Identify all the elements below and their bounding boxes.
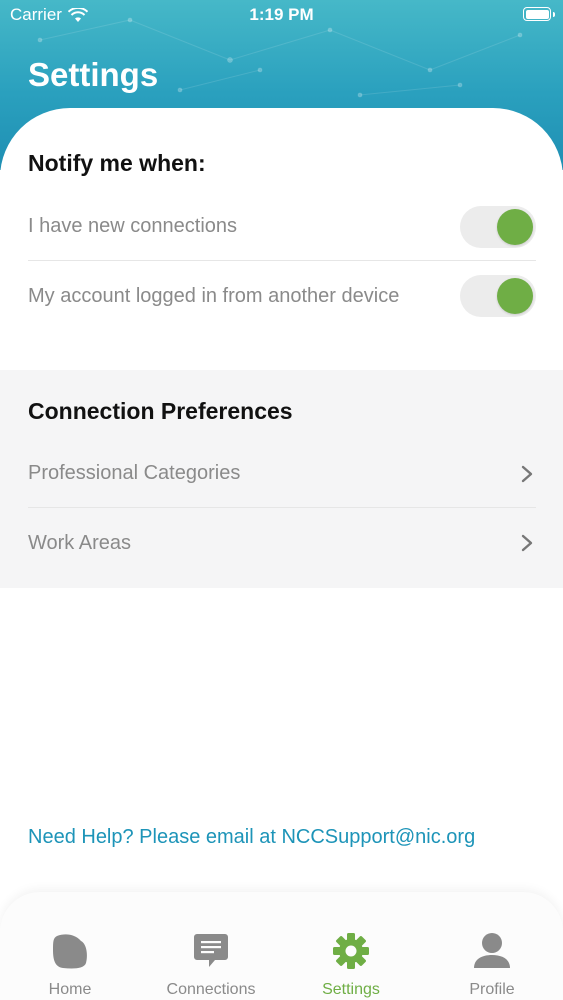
other-device-login-toggle[interactable] [460, 275, 536, 317]
chat-icon [194, 934, 228, 967]
chevron-right-icon [521, 465, 533, 482]
tab-connections-label: Connections [166, 981, 256, 998]
notify-section-title: Notify me when: [28, 150, 206, 176]
help-email-link[interactable]: Need Help? Please email at NCCSupport@ni… [28, 826, 475, 849]
status-time: 1:19 PM [249, 5, 314, 24]
home-icon [53, 934, 87, 969]
chevron-right-icon [521, 534, 533, 552]
battery-icon [523, 7, 555, 21]
status-bar: Carrier 1:19 PM [0, 0, 563, 30]
tab-home[interactable]: Home [0, 892, 140, 1000]
notify-label-new-connections: I have new connections [28, 215, 238, 237]
tab-bar: Home Connections Settings Profile [0, 892, 563, 1000]
tab-profile-label: Profile [469, 981, 515, 998]
tab-profile[interactable]: Profile [422, 892, 562, 1000]
new-connections-toggle[interactable] [460, 205, 536, 248]
notify-row-new-connections: I have new connections [28, 193, 536, 261]
user-icon [474, 933, 510, 968]
preferences-section-title: Connection Preferences [28, 398, 293, 424]
toggle-knob [497, 278, 533, 314]
pref-row-professional-categories[interactable]: Professional Categories [28, 440, 536, 508]
pref-label-professional-categories: Professional Categories [28, 462, 241, 484]
tab-home-label: Home [48, 981, 92, 998]
tab-connections[interactable]: Connections [141, 892, 281, 1000]
pref-label-work-areas: Work Areas [28, 531, 131, 554]
notify-label-other-device: My account logged in from another device [28, 284, 400, 307]
page-title: Settings [28, 56, 159, 93]
gear-icon [333, 933, 369, 969]
notify-row-other-device: My account logged in from another device [28, 262, 536, 330]
tab-settings-label: Settings [322, 981, 380, 998]
toggle-knob [497, 208, 533, 245]
pref-row-work-areas[interactable]: Work Areas [28, 509, 536, 577]
tab-settings[interactable]: Settings [281, 892, 421, 1000]
